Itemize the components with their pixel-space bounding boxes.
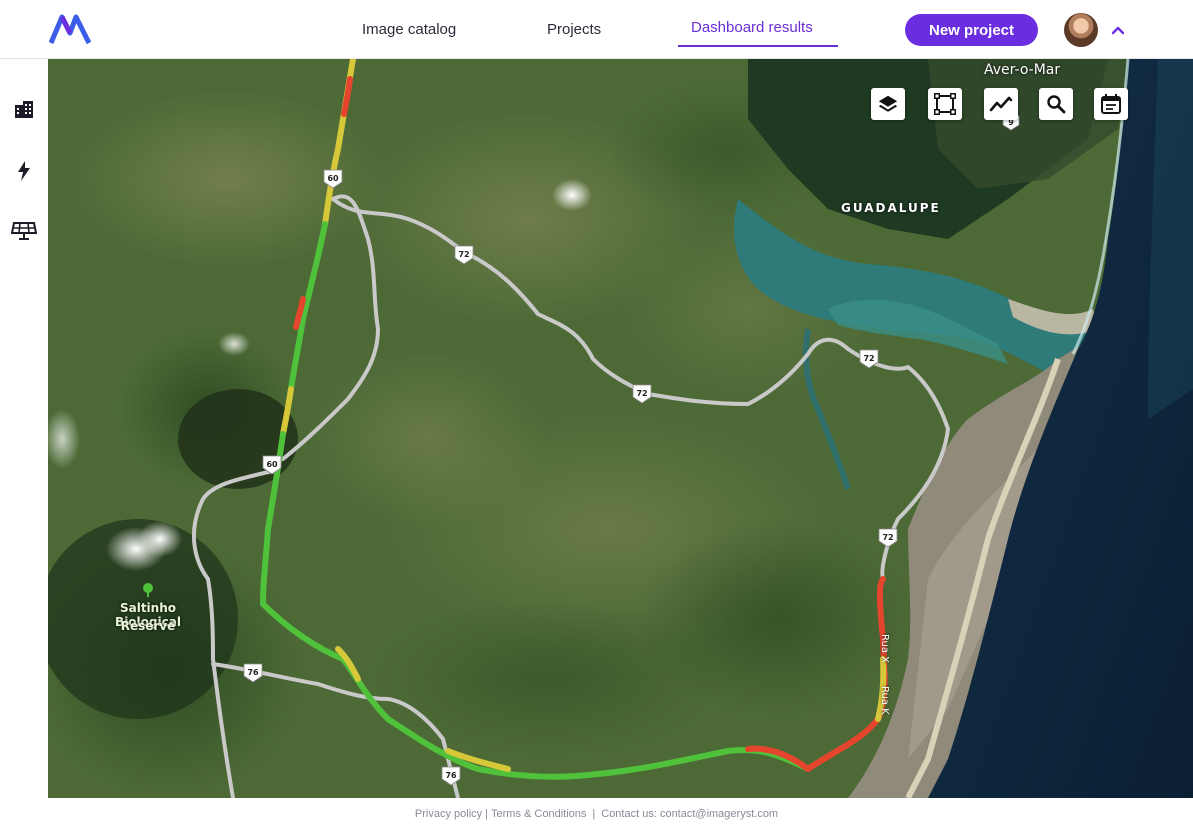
map-imagery bbox=[48, 59, 1193, 798]
lightning-bolt-icon[interactable] bbox=[10, 157, 38, 185]
map-label-town: Aver-o-Mar bbox=[984, 62, 1061, 78]
nav-projects[interactable]: Projects bbox=[547, 0, 601, 59]
map-label-street-1: Rua X bbox=[879, 634, 890, 663]
logo-icon[interactable] bbox=[49, 13, 91, 45]
select-area-icon[interactable] bbox=[928, 88, 962, 120]
footer-separator: | bbox=[485, 808, 489, 820]
line-chart-icon[interactable] bbox=[984, 88, 1018, 120]
satellite-map[interactable]: 60 72 72 72 60 72 76 76 9 Aver-o-Mar GUA… bbox=[48, 59, 1193, 798]
contact-link[interactable]: Contact us: contact@imageryst.com bbox=[601, 808, 778, 820]
nav-dashboard-results[interactable]: Dashboard results bbox=[691, 0, 813, 57]
calendar-icon[interactable] bbox=[1094, 88, 1128, 120]
layers-icon[interactable] bbox=[871, 88, 905, 120]
active-tab-indicator bbox=[678, 45, 838, 47]
sidebar bbox=[0, 59, 48, 799]
map-label-district: GUADALUPE bbox=[841, 201, 941, 215]
solar-panel-icon[interactable] bbox=[10, 217, 38, 245]
buildings-icon[interactable] bbox=[10, 95, 38, 123]
new-project-button[interactable]: New project bbox=[905, 14, 1038, 46]
footer: Privacy policy | Terms & Conditions | Co… bbox=[0, 798, 1193, 830]
nav-image-catalog[interactable]: Image catalog bbox=[362, 0, 456, 59]
top-navbar: Image catalog Projects Dashboard results… bbox=[0, 0, 1193, 59]
privacy-policy-link[interactable]: Privacy policy bbox=[415, 808, 482, 820]
chevron-up-icon[interactable] bbox=[1108, 20, 1128, 40]
footer-separator: | bbox=[592, 808, 596, 820]
map-label-reserve-line2: Reserve bbox=[120, 619, 176, 633]
search-icon[interactable] bbox=[1039, 88, 1073, 120]
user-avatar[interactable] bbox=[1064, 13, 1098, 47]
terms-link[interactable]: Terms & Conditions bbox=[491, 808, 586, 820]
map-label-street-2: Rua K bbox=[879, 686, 890, 715]
